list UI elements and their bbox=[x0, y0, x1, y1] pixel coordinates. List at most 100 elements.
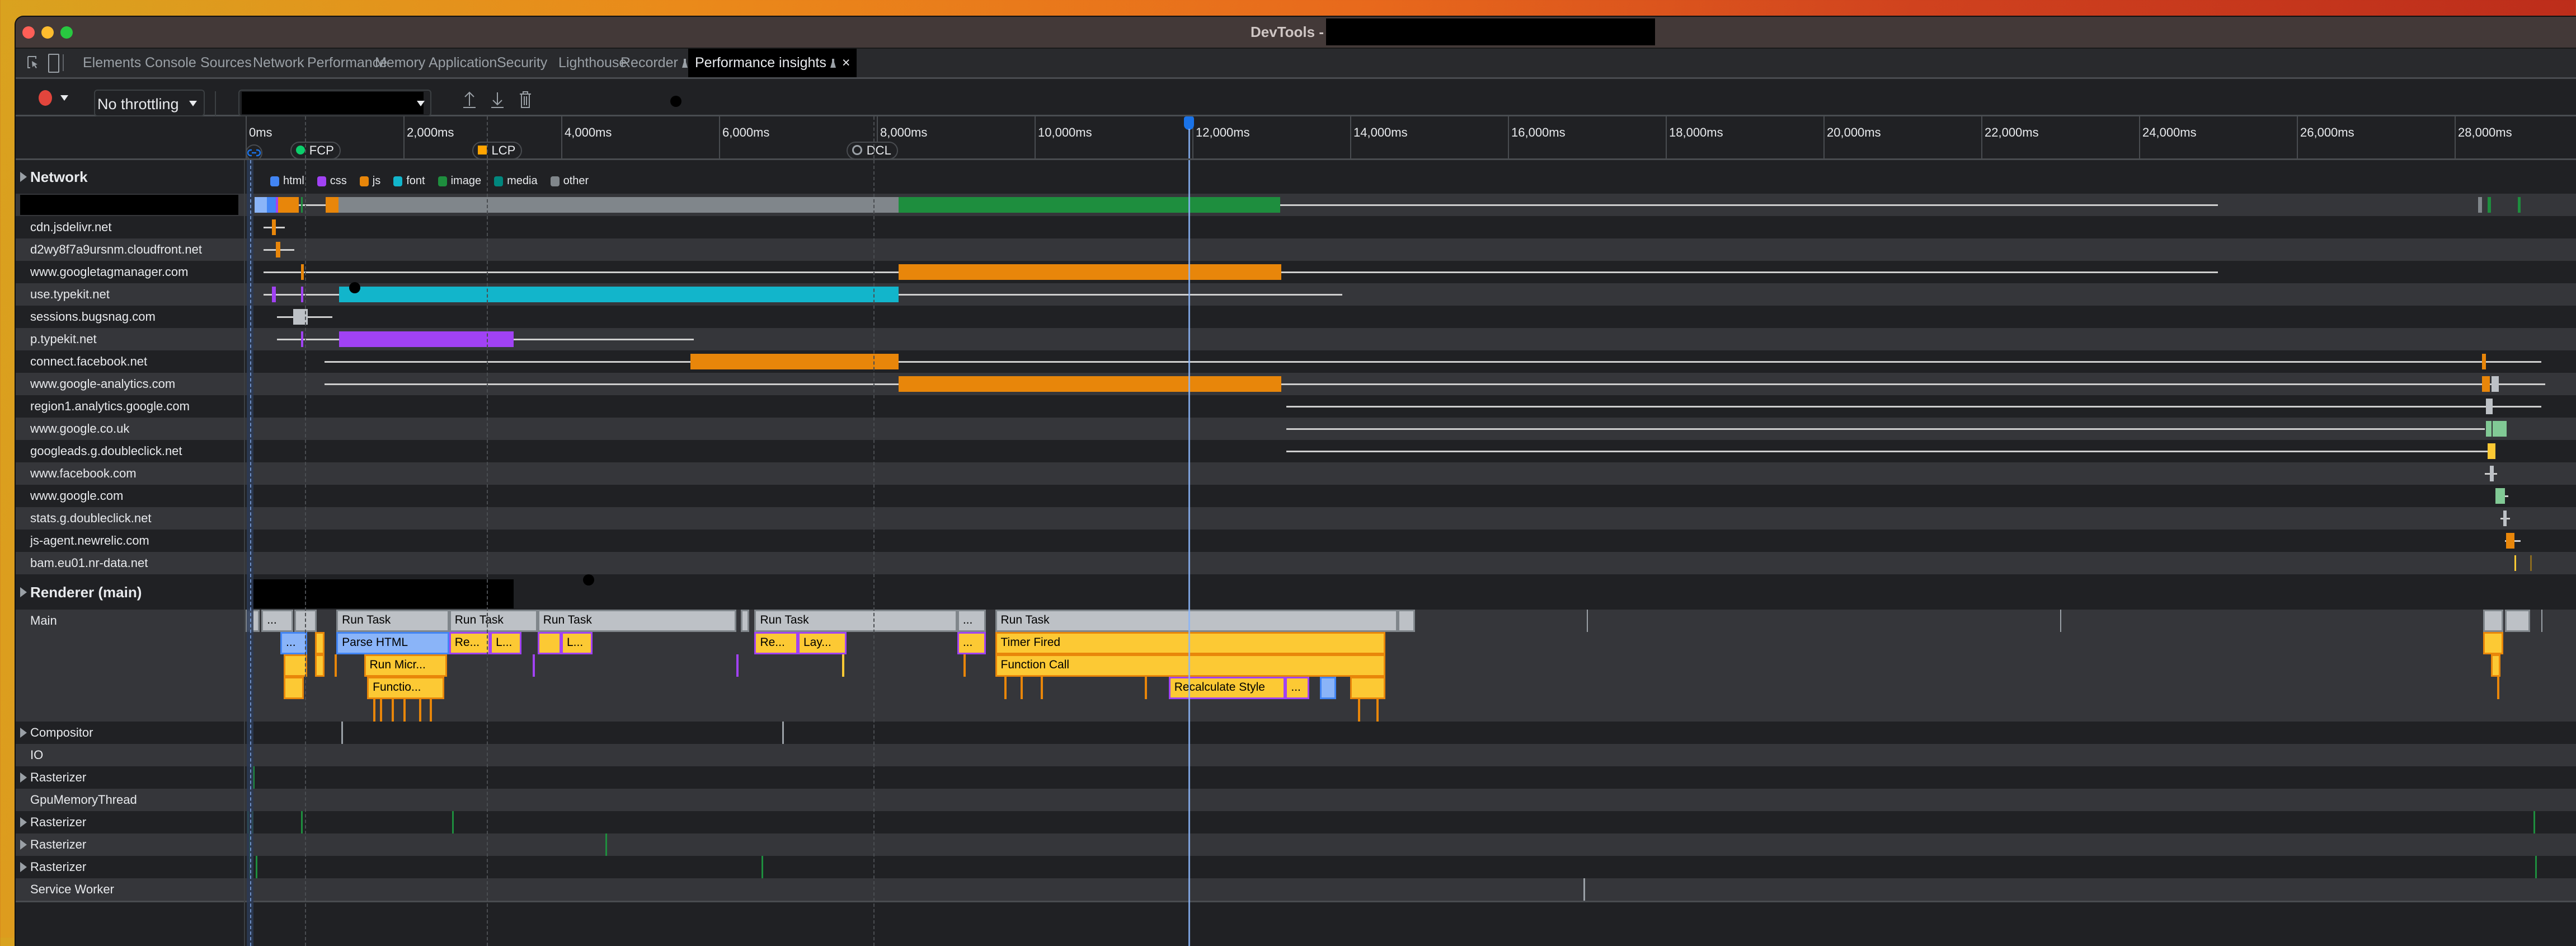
short-event[interactable] bbox=[419, 699, 422, 722]
request-bar[interactable] bbox=[2482, 354, 2486, 369]
flame-event[interactable]: Recalculate Style bbox=[1168, 677, 1286, 699]
upload-icon[interactable] bbox=[462, 90, 477, 109]
expand-thread-icon[interactable] bbox=[20, 840, 27, 850]
flame-event[interactable]: Re... bbox=[449, 632, 491, 654]
thread-event[interactable] bbox=[452, 811, 454, 833]
expand-thread-icon[interactable] bbox=[20, 772, 27, 783]
request-bar[interactable] bbox=[2495, 488, 2506, 504]
flame-event[interactable]: Run Task bbox=[537, 610, 736, 632]
short-event[interactable] bbox=[2497, 677, 2500, 699]
thread-event[interactable] bbox=[782, 722, 784, 744]
flame-event[interactable] bbox=[2490, 654, 2500, 677]
flame-event[interactable] bbox=[1350, 677, 1386, 699]
short-event[interactable] bbox=[1145, 677, 1148, 699]
flame-event[interactable] bbox=[2505, 610, 2531, 632]
expand-renderer-icon[interactable] bbox=[20, 587, 27, 597]
flame-event[interactable]: Run Task bbox=[336, 610, 449, 632]
flame-event[interactable]: Re... bbox=[754, 632, 798, 654]
flame-event[interactable]: Functio... bbox=[367, 677, 445, 699]
flame-event[interactable]: Parse HTML bbox=[336, 632, 449, 654]
short-event[interactable] bbox=[1376, 699, 1379, 722]
device-toolbar-icon[interactable] bbox=[48, 54, 59, 73]
thread-event[interactable] bbox=[605, 833, 607, 856]
flame-event[interactable] bbox=[283, 654, 307, 677]
request-bar[interactable] bbox=[2486, 399, 2493, 414]
sidebar-divider[interactable] bbox=[244, 160, 245, 946]
thread-event[interactable] bbox=[341, 722, 343, 744]
short-event[interactable] bbox=[429, 699, 432, 722]
flame-event[interactable]: L... bbox=[490, 632, 522, 654]
flame-event[interactable] bbox=[1320, 677, 1336, 699]
short-event[interactable] bbox=[391, 699, 394, 722]
thread-event[interactable] bbox=[2533, 811, 2535, 833]
network-title[interactable]: Network bbox=[30, 166, 88, 188]
tab-sources[interactable]: Sources bbox=[200, 49, 252, 77]
request-bar[interactable] bbox=[2482, 376, 2490, 392]
timeline-ruler[interactable]: 0ms 2,000ms 4,000ms 6,000ms 8,000ms 10,000ms 1… bbox=[16, 116, 2576, 161]
close-tab-icon[interactable]: × bbox=[842, 55, 850, 71]
request-bar[interactable] bbox=[271, 219, 276, 235]
download-icon[interactable] bbox=[490, 90, 505, 109]
request-bar[interactable] bbox=[267, 197, 276, 213]
request-bar[interactable] bbox=[300, 197, 303, 213]
thread-event[interactable] bbox=[1583, 878, 1586, 901]
flame-event[interactable]: Run Task bbox=[995, 610, 1398, 632]
request-bar[interactable] bbox=[275, 242, 281, 257]
request-bar[interactable] bbox=[2492, 376, 2499, 392]
flame-event[interactable]: ... bbox=[261, 610, 293, 632]
request-bar[interactable] bbox=[338, 197, 899, 213]
flame-event[interactable]: Run Task bbox=[754, 610, 957, 632]
record-icon[interactable] bbox=[39, 90, 52, 106]
flame-event[interactable]: Run Micr... bbox=[364, 654, 447, 677]
tab-performance-insights[interactable]: Performance insights × bbox=[688, 49, 857, 77]
request-bar[interactable] bbox=[254, 197, 267, 213]
flame-event[interactable] bbox=[283, 677, 304, 699]
flame-event[interactable]: L... bbox=[561, 632, 593, 654]
request-bar[interactable] bbox=[2488, 443, 2496, 459]
short-event[interactable] bbox=[335, 654, 337, 677]
inspect-element-icon[interactable] bbox=[27, 55, 40, 71]
short-event[interactable] bbox=[403, 699, 406, 722]
request-bar[interactable] bbox=[2503, 511, 2507, 526]
request-bar[interactable] bbox=[278, 197, 299, 213]
request-bar[interactable] bbox=[690, 354, 899, 369]
recording-select[interactable] bbox=[238, 90, 431, 116]
navigation-marker[interactable] bbox=[246, 144, 262, 161]
short-event[interactable] bbox=[736, 654, 739, 677]
flame-event[interactable]: Run Task bbox=[449, 610, 538, 632]
short-event[interactable] bbox=[379, 699, 382, 722]
expand-thread-icon[interactable] bbox=[20, 728, 27, 738]
request-bar[interactable] bbox=[2492, 421, 2507, 437]
flame-event[interactable] bbox=[2483, 632, 2504, 654]
flame-event[interactable] bbox=[315, 654, 325, 677]
flame-event[interactable]: Function Call bbox=[995, 654, 1386, 677]
throttling-select[interactable]: No throttling bbox=[94, 90, 205, 116]
short-event[interactable] bbox=[963, 654, 966, 677]
request-bar[interactable] bbox=[2488, 197, 2491, 213]
request-bar[interactable] bbox=[2514, 555, 2517, 571]
short-event[interactable] bbox=[1041, 677, 1043, 699]
request-bar[interactable] bbox=[2506, 533, 2515, 549]
tab-memory[interactable]: Memory bbox=[375, 49, 425, 77]
tab-elements[interactable]: Elements bbox=[83, 49, 141, 77]
short-event[interactable] bbox=[1020, 677, 1023, 699]
flame-event[interactable]: ... bbox=[1285, 677, 1309, 699]
marker-dcl[interactable]: DCL bbox=[846, 142, 898, 160]
short-event[interactable] bbox=[842, 654, 844, 677]
thread-event[interactable] bbox=[2535, 856, 2537, 878]
request-bar[interactable] bbox=[2478, 197, 2483, 213]
zoom-window-button[interactable] bbox=[60, 26, 73, 39]
request-bar[interactable] bbox=[300, 264, 304, 280]
request-bar[interactable] bbox=[899, 376, 1281, 392]
request-bar[interactable] bbox=[2486, 421, 2492, 437]
short-event[interactable] bbox=[1004, 677, 1007, 699]
flame-event[interactable]: Timer Fired bbox=[995, 632, 1386, 654]
flame-event[interactable] bbox=[2483, 610, 2504, 632]
short-event[interactable] bbox=[1358, 699, 1361, 722]
tab-console[interactable]: Console bbox=[145, 49, 196, 77]
flame-event[interactable]: Lay... bbox=[798, 632, 847, 654]
request-bar[interactable] bbox=[339, 287, 899, 302]
expand-network-icon[interactable] bbox=[20, 172, 27, 182]
tab-security[interactable]: Security bbox=[497, 49, 547, 77]
marker-fcp[interactable]: FCP bbox=[290, 142, 341, 160]
